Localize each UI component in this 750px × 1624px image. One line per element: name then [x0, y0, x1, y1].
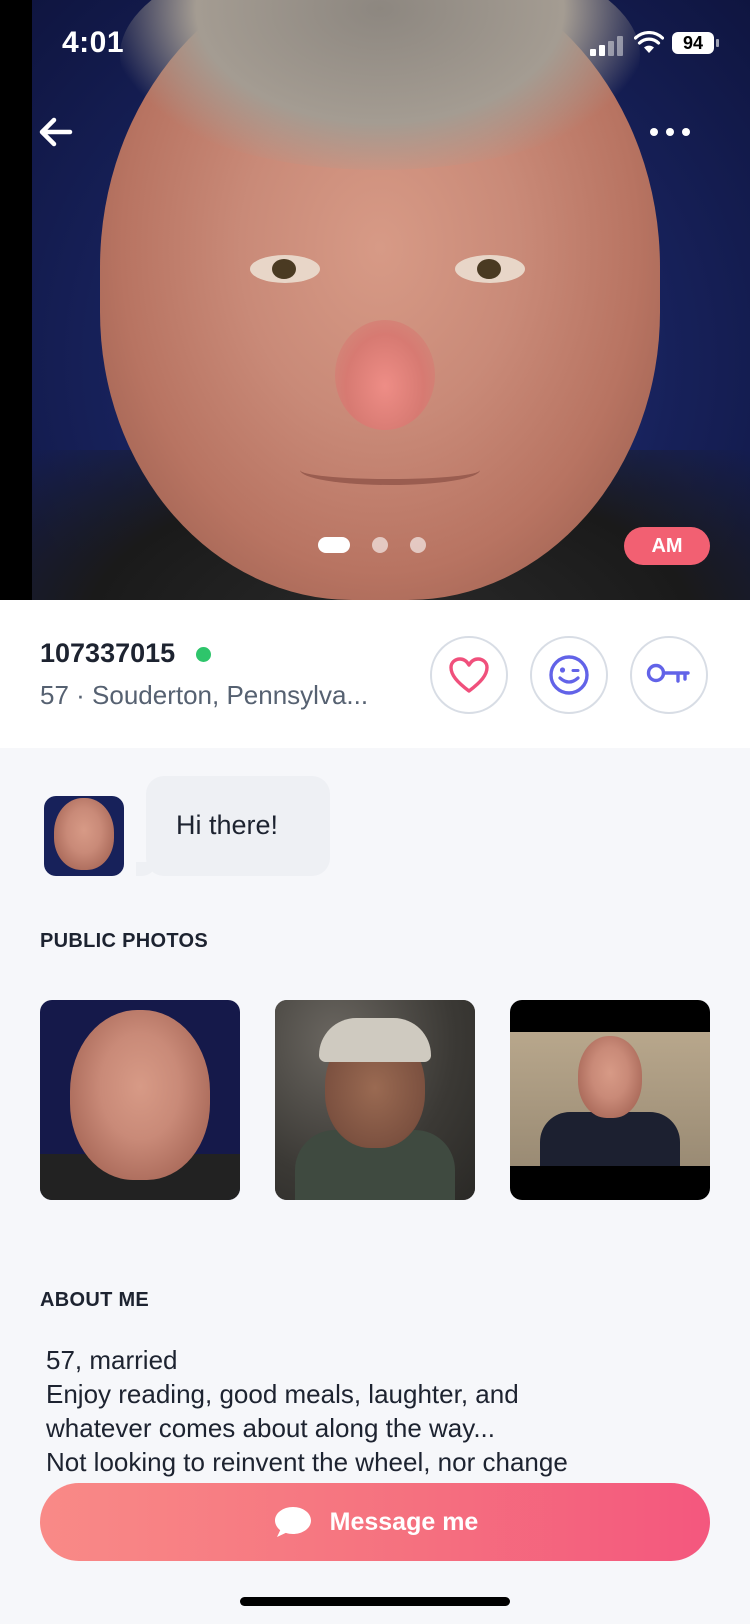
status-bar: 4:01 94 — [0, 0, 750, 90]
profile-username: 107337015 — [40, 638, 176, 668]
about-line: Enjoy reading, good meals, laughter, and — [46, 1379, 519, 1409]
wink-button[interactable] — [530, 636, 608, 714]
carousel-dot — [372, 537, 388, 553]
message-me-button[interactable]: Message me — [40, 1483, 710, 1561]
avatar[interactable] — [44, 796, 124, 876]
status-time: 4:01 — [62, 26, 125, 59]
carousel-dot — [410, 537, 426, 553]
private-access-button[interactable] — [630, 636, 708, 714]
heart-icon — [449, 657, 489, 693]
greeting-message-bubble: Hi there! — [136, 776, 330, 876]
public-photo-1[interactable] — [40, 1000, 240, 1200]
message-me-label: Message me — [329, 1507, 479, 1536]
profile-photo-carousel[interactable]: AM — [0, 0, 750, 600]
profile-header: 107337015 57 · Souderton, Pennsylva... — [0, 600, 750, 748]
photo-nose — [335, 320, 435, 430]
photo-eye-left — [250, 255, 320, 283]
public-photos-title: PUBLIC PHOTOS — [40, 930, 208, 952]
chat-bubble-icon — [274, 1507, 311, 1537]
photo-mouth — [300, 455, 480, 485]
photo-eye-right — [455, 255, 525, 283]
wifi-icon — [634, 31, 664, 53]
profile-age-location: 57 · Souderton, Pennsylva... — [40, 680, 369, 710]
home-indicator[interactable] — [240, 1597, 510, 1606]
photo-edge — [0, 0, 32, 600]
key-icon — [646, 663, 690, 683]
carousel-indicator — [318, 537, 426, 553]
about-line: whatever comes about along the way... — [46, 1413, 495, 1443]
like-button[interactable] — [430, 636, 508, 714]
cellular-signal-icon — [590, 36, 626, 56]
battery-icon: 94 — [672, 32, 719, 54]
about-line: Not looking to reinvent the wheel, nor c… — [46, 1447, 568, 1477]
public-photo-3[interactable] — [510, 1000, 710, 1200]
greeting-message-text: Hi there! — [176, 810, 279, 840]
public-photo-2[interactable] — [275, 1000, 475, 1200]
about-line: 57, married — [46, 1345, 178, 1375]
am-badge: AM — [624, 527, 710, 565]
smiley-wink-icon — [549, 655, 589, 695]
more-horizontal-icon[interactable] — [650, 118, 690, 146]
about-me-text: 57, married Enjoy reading, good meals, l… — [46, 1343, 706, 1479]
online-status-dot — [196, 647, 211, 662]
arrow-left-icon[interactable] — [36, 112, 76, 152]
carousel-dot-active — [318, 537, 350, 553]
about-me-title: ABOUT ME — [40, 1289, 150, 1311]
